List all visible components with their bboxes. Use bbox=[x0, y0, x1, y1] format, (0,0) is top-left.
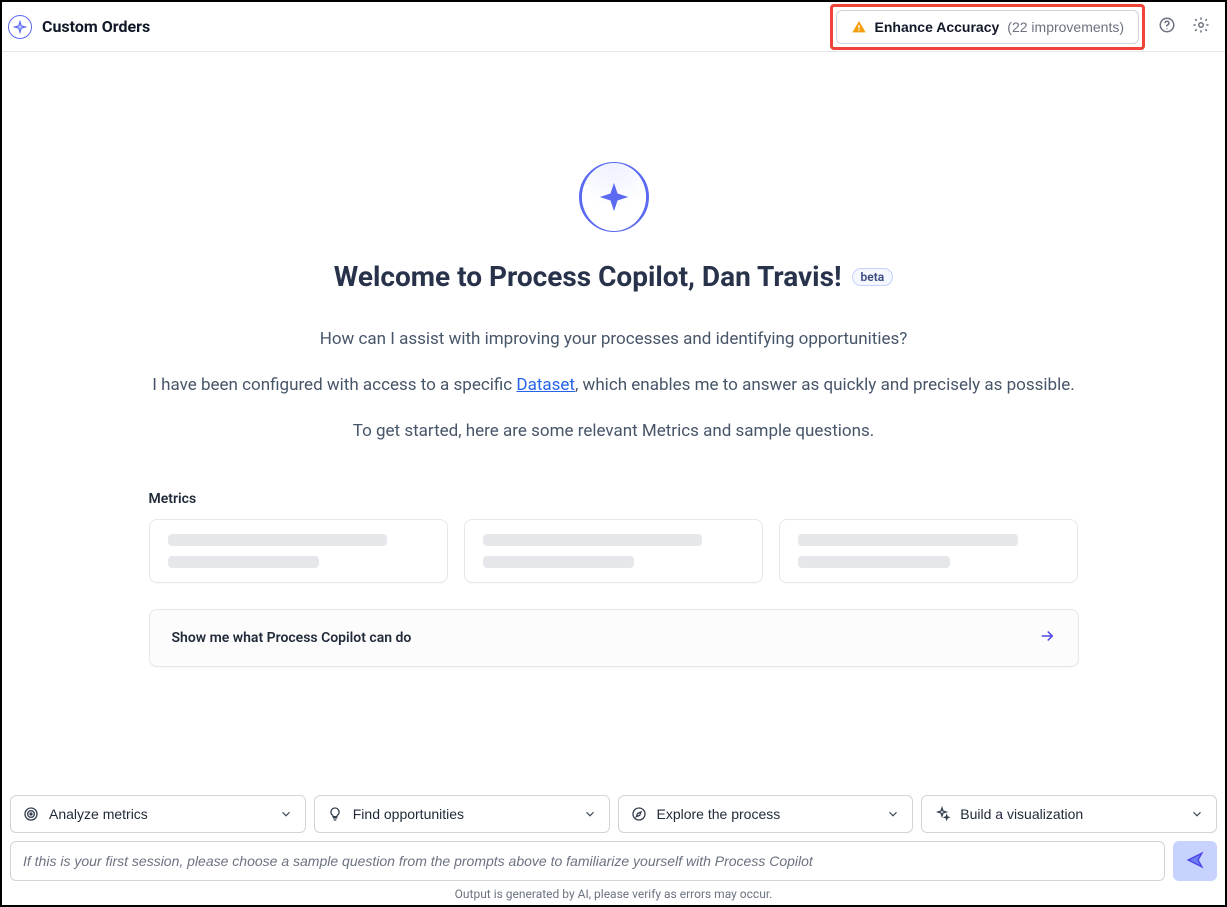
warning-icon bbox=[851, 19, 867, 35]
welcome-heading: Welcome to Process Copilot, Dan Travis! bbox=[334, 260, 842, 293]
enhance-accuracy-button[interactable]: Enhance Accuracy (22 improvements) bbox=[836, 10, 1139, 44]
prompt-analyze-metrics[interactable]: Analyze metrics bbox=[10, 795, 306, 833]
send-button[interactable] bbox=[1173, 841, 1217, 881]
metrics-section-label: Metrics bbox=[149, 491, 1079, 507]
metrics-cards-row bbox=[149, 519, 1079, 583]
metric-card[interactable] bbox=[779, 519, 1078, 583]
show-me-card[interactable]: Show me what Process Copilot can do bbox=[149, 609, 1079, 667]
prompt-find-opportunities[interactable]: Find opportunities bbox=[314, 795, 610, 833]
intro-line-2: I have been configured with access to a … bbox=[149, 375, 1079, 395]
show-me-label: Show me what Process Copilot can do bbox=[172, 630, 412, 646]
bottom-bar: Analyze metrics Find opportunities Explo… bbox=[2, 787, 1225, 905]
help-circle-icon bbox=[1158, 16, 1176, 37]
enhance-accuracy-label: Enhance Accuracy bbox=[875, 19, 1000, 35]
prompt-label: Build a visualization bbox=[960, 806, 1083, 822]
main-content: Welcome to Process Copilot, Dan Travis! … bbox=[2, 52, 1225, 787]
metric-card[interactable] bbox=[149, 519, 448, 583]
arrow-right-icon bbox=[1038, 627, 1056, 649]
prompt-label: Analyze metrics bbox=[49, 806, 148, 822]
prompt-label: Find opportunities bbox=[353, 806, 464, 822]
send-icon bbox=[1186, 851, 1204, 872]
skeleton-line bbox=[168, 534, 388, 546]
copilot-hero-icon bbox=[579, 162, 649, 232]
app-title: Custom Orders bbox=[42, 17, 150, 36]
metric-card[interactable] bbox=[464, 519, 763, 583]
chevron-down-icon bbox=[1190, 807, 1204, 821]
prompt-explore-process[interactable]: Explore the process bbox=[618, 795, 914, 833]
lightbulb-icon bbox=[327, 806, 343, 822]
ai-disclaimer: Output is generated by AI, please verify… bbox=[10, 887, 1217, 901]
chat-input[interactable] bbox=[10, 841, 1165, 881]
skeleton-line bbox=[798, 534, 1018, 546]
chevron-down-icon bbox=[583, 807, 597, 821]
settings-button[interactable] bbox=[1189, 15, 1213, 39]
skeleton-line bbox=[798, 556, 950, 568]
app-logo-icon bbox=[8, 15, 32, 39]
enhance-accuracy-count: (22 improvements) bbox=[1007, 19, 1124, 35]
sparkle-icon bbox=[934, 806, 950, 822]
prompt-label: Explore the process bbox=[657, 806, 781, 822]
chevron-down-icon bbox=[886, 807, 900, 821]
header-bar: Custom Orders Enhance Accuracy (22 impro… bbox=[2, 2, 1225, 52]
skeleton-line bbox=[168, 556, 320, 568]
skeleton-line bbox=[483, 556, 635, 568]
beta-badge: beta bbox=[852, 268, 894, 286]
gear-icon bbox=[1192, 16, 1210, 37]
intro-line-1: How can I assist with improving your pro… bbox=[149, 329, 1079, 349]
skeleton-line bbox=[483, 534, 703, 546]
intro-line-2-prefix: I have been configured with access to a … bbox=[152, 375, 516, 395]
intro-text: How can I assist with improving your pro… bbox=[149, 329, 1079, 441]
compass-icon bbox=[631, 806, 647, 822]
chevron-down-icon bbox=[279, 807, 293, 821]
intro-line-2-suffix: , which enables me to answer as quickly … bbox=[575, 375, 1075, 395]
intro-line-3: To get started, here are some relevant M… bbox=[149, 421, 1079, 441]
enhance-accuracy-highlight: Enhance Accuracy (22 improvements) bbox=[830, 4, 1145, 50]
dataset-link[interactable]: Dataset bbox=[516, 375, 575, 395]
prompt-build-visualization[interactable]: Build a visualization bbox=[921, 795, 1217, 833]
target-icon bbox=[23, 806, 39, 822]
help-button[interactable] bbox=[1155, 15, 1179, 39]
